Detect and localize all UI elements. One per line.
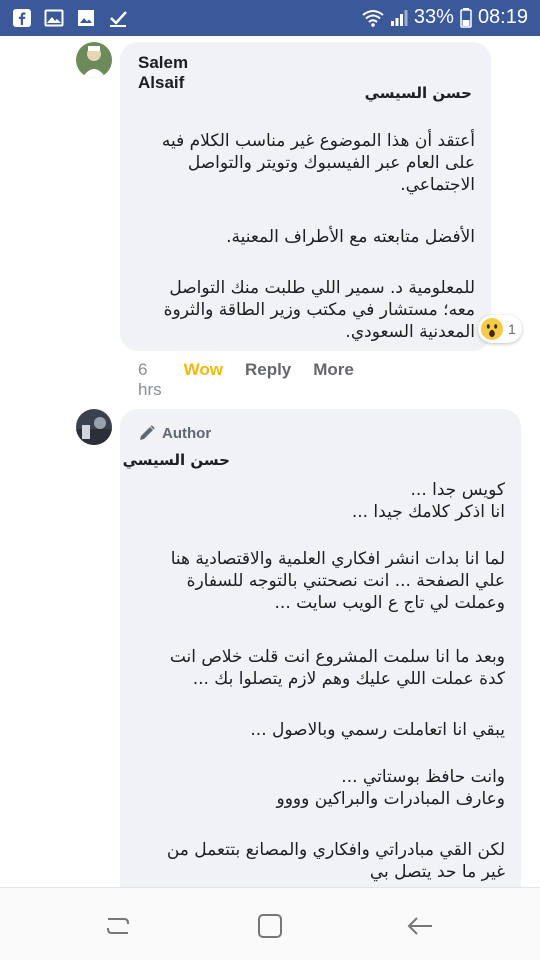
comment-paragraph: لما انا بدات انشر افكاري العلمية والاقتص… bbox=[170, 549, 505, 613]
gallery-icon bbox=[78, 10, 94, 26]
wow-reaction-icon bbox=[481, 318, 503, 340]
comment-mention[interactable]: حسن السيسي bbox=[300, 84, 472, 102]
status-bar: 33% 08:19 bbox=[0, 0, 540, 36]
comment-author[interactable]: Salem Alsaif bbox=[138, 53, 188, 93]
checkmark-icon bbox=[110, 11, 127, 27]
author-badge: Author bbox=[138, 424, 211, 442]
pencil-icon bbox=[140, 425, 155, 440]
clock: 08:19 bbox=[477, 6, 528, 28]
home-icon[interactable] bbox=[254, 910, 286, 942]
recent-apps-icon[interactable] bbox=[102, 910, 134, 942]
reaction-count: 1 bbox=[508, 321, 516, 337]
wifi-icon bbox=[362, 9, 384, 27]
author-badge-label: Author bbox=[162, 424, 212, 442]
comment-paragraph: الأفضل متابعته مع الأطراف المعنية. bbox=[226, 227, 475, 247]
comment-paragraph: يبقي انا اتعاملت رسمي وبالاصول ... bbox=[250, 720, 505, 740]
battery-percentage: 33% bbox=[413, 6, 454, 28]
navigation-bar bbox=[0, 887, 540, 960]
more-button[interactable]: More bbox=[313, 360, 354, 400]
avatar[interactable] bbox=[76, 42, 112, 78]
timestamp[interactable]: 6 hrs bbox=[138, 360, 162, 400]
comment-author[interactable]: حسن السيسي bbox=[120, 451, 230, 469]
comment-actions: 6 hrs Wow Reply More bbox=[138, 360, 354, 400]
comment-paragraph: كويس جدا ... انا اذكر كلامك جيدا ... bbox=[351, 480, 505, 522]
avatar[interactable] bbox=[76, 409, 112, 445]
comment-paragraph: وانت حافظ بوستاتي ... وعارف المبادرات وا… bbox=[276, 767, 505, 809]
reply-button[interactable]: Reply bbox=[245, 360, 291, 400]
reaction-summary[interactable]: 1 bbox=[478, 315, 522, 343]
comment-paragraph: وبعد ما انا سلمت المشروع انت قلت خلاص ان… bbox=[169, 647, 505, 689]
back-icon[interactable] bbox=[404, 910, 436, 942]
signal-icon bbox=[390, 9, 408, 26]
wow-reaction-button[interactable]: Wow bbox=[184, 360, 223, 400]
comment-paragraph: أعتقد أن هذا الموضوع غير مناسب الكلام في… bbox=[161, 131, 475, 195]
image-icon bbox=[44, 9, 64, 27]
facebook-icon bbox=[13, 9, 31, 27]
comment-paragraph: لكن القي مبادراتي وافكاري والمصانع بتتعم… bbox=[166, 840, 505, 882]
comment-paragraph: للمعلومية د. سمير اللي طلبت منك التواصل … bbox=[163, 278, 475, 342]
battery-icon bbox=[460, 7, 472, 28]
